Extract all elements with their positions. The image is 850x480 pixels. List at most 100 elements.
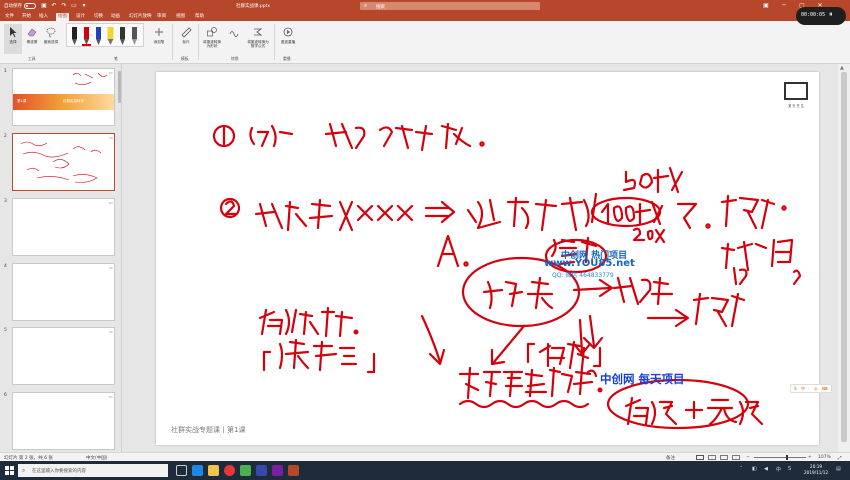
ruler-button[interactable]: 标尺 xyxy=(177,24,195,54)
ink-replay-label: 墨迹重播 xyxy=(280,40,296,44)
pen-red-icon[interactable] xyxy=(82,27,91,47)
slide-thumbnail-6[interactable] xyxy=(12,392,115,450)
pen-dark-icon[interactable] xyxy=(118,27,127,47)
ink-to-math-button[interactable]: 将墨迹转换为数学公式 xyxy=(246,24,270,54)
tab-slideshow[interactable]: 幻灯片放映 xyxy=(127,13,154,21)
ribbon-display-icon[interactable]: ▣ xyxy=(760,1,772,11)
redo-icon[interactable]: ↷ xyxy=(60,2,68,10)
zoom-level[interactable]: 107% xyxy=(818,455,831,460)
zoom-slider[interactable] xyxy=(754,457,806,458)
network-icon[interactable]: ◧ xyxy=(752,466,757,472)
tab-view[interactable]: 视图 xyxy=(174,13,187,21)
lasso-button[interactable]: 套索选择 xyxy=(42,24,60,54)
comment-icon: ▭ xyxy=(109,135,113,140)
separator xyxy=(274,24,275,60)
ink-to-text-button[interactable] xyxy=(224,24,244,54)
tab-insert[interactable]: 插入 xyxy=(37,13,50,21)
pen-black-icon[interactable] xyxy=(70,27,79,47)
ruler-label: 标尺 xyxy=(182,40,190,44)
tab-draw[interactable]: 绘图 xyxy=(56,13,69,21)
task-view-icon[interactable] xyxy=(176,465,187,476)
search-box[interactable]: ⌕ 搜索 xyxy=(360,2,540,10)
file-explorer-icon[interactable] xyxy=(208,465,219,476)
normal-view-icon[interactable] xyxy=(696,455,704,460)
slide-thumbnail-3[interactable] xyxy=(12,198,115,256)
pencil-icon[interactable] xyxy=(130,27,139,47)
ime-logo-icon[interactable]: S xyxy=(794,386,797,391)
input-method-icon[interactable]: 中 xyxy=(776,466,781,473)
eraser-button[interactable]: 橡皮擦 xyxy=(23,24,41,54)
scroll-thumb[interactable] xyxy=(118,71,121,103)
slideshow-view-icon[interactable] xyxy=(732,455,740,460)
tab-design[interactable]: 设计 xyxy=(74,13,87,21)
pen-blue-icon[interactable] xyxy=(94,27,103,47)
volume-icon[interactable]: ◀ xyxy=(764,466,768,472)
highlighter-yellow-icon[interactable] xyxy=(106,27,115,47)
scroll-up-icon[interactable]: ▲ xyxy=(840,65,844,71)
ruler-icon xyxy=(181,27,192,38)
slide-sorter-icon[interactable] xyxy=(708,455,716,460)
tab-animations[interactable]: 动画 xyxy=(109,13,122,21)
save-icon[interactable]: ▣ xyxy=(40,2,48,10)
pointer-icon xyxy=(10,27,17,37)
slide-thumbnail-1[interactable]: 第1课 社群实战特训 xyxy=(12,68,115,126)
reading-view-icon[interactable] xyxy=(720,455,728,460)
edge-icon[interactable] xyxy=(192,465,203,476)
tray-expand-icon[interactable]: ˄ xyxy=(740,466,743,472)
undo-icon[interactable]: ↶ xyxy=(50,2,58,10)
select-button[interactable]: 选择 xyxy=(4,24,22,54)
present-icon[interactable]: ▭ xyxy=(70,2,78,10)
separator xyxy=(172,24,173,60)
group-label-tools: 工具 xyxy=(28,56,36,61)
status-bar: 幻灯片 第 2 张，共 6 张 中文(中国) 备注 − + 107% ⤢ xyxy=(0,452,850,461)
slide-thumbnail-4[interactable] xyxy=(12,263,115,321)
title-bar: 自动保存 ▣ ↶ ↷ ▭ ▾ 社群实战课.pptx ⌕ 搜索 ▣ ─ ▢ ✕ xyxy=(0,0,850,12)
app-icon[interactable] xyxy=(272,465,283,476)
taskbar-search-placeholder: 在这里输入你要搜索的内容 xyxy=(32,469,86,474)
add-pen-button[interactable]: 添加笔 xyxy=(150,24,168,54)
autosave-toggle[interactable] xyxy=(24,3,36,9)
thumbnail-scrollbar[interactable] xyxy=(118,66,121,446)
system-clock[interactable]: 20:19 2019/11/12 xyxy=(804,464,828,476)
comment-icon: ▭ xyxy=(109,70,113,75)
watermark-text-bottom: 中创网 每天项目 xyxy=(600,372,685,386)
ime-icon[interactable]: S xyxy=(788,466,791,472)
pause-icon[interactable]: ⏸ xyxy=(829,10,833,19)
ime-mode-icon[interactable]: 中 xyxy=(801,386,805,392)
comment-icon: ▭ xyxy=(109,200,113,205)
comment-icon: ▭ xyxy=(109,394,113,399)
minimize-button[interactable]: ─ xyxy=(778,1,790,11)
zoom-out-icon[interactable]: − xyxy=(746,455,750,460)
ink-replay-button[interactable]: 墨迹重播 xyxy=(279,24,297,54)
slide-thumbnail-2[interactable] xyxy=(12,133,115,191)
slide-footer: 社群实战专题课丨第1课 xyxy=(171,426,246,434)
canvas-scrollbar[interactable]: ▲ xyxy=(838,64,850,452)
powerpoint-icon[interactable] xyxy=(288,465,299,476)
slide-thumbnail-panel: 1 第1课 社群实战特训 ▭ 2 ▭ 3 ▭ 4 ▭ 5 ▭ 6 ▭ xyxy=(0,64,122,452)
ime-keyboard-icon[interactable]: ⌨ xyxy=(822,386,828,391)
notification-icon[interactable]: ▤ xyxy=(836,466,841,472)
chrome-icon[interactable] xyxy=(224,465,235,476)
banner-title: 社群实战特训 xyxy=(63,99,84,103)
tab-home[interactable]: 开始 xyxy=(20,13,33,21)
ime-punct-icon[interactable]: · xyxy=(808,386,809,391)
scroll-thumb[interactable] xyxy=(841,72,847,442)
tab-transitions[interactable]: 切换 xyxy=(92,13,105,21)
zoom-in-icon[interactable]: + xyxy=(808,455,812,460)
ink-to-math-label: 将墨迹转换为数学公式 xyxy=(247,40,269,48)
tab-review[interactable]: 审阅 xyxy=(155,13,168,21)
tab-file[interactable]: 文件 xyxy=(3,13,16,21)
zoom-slider-handle[interactable] xyxy=(786,455,788,460)
slide-thumbnail-5[interactable] xyxy=(12,327,115,385)
tab-help[interactable]: 帮助 xyxy=(193,13,206,21)
ink-to-shape-button[interactable]: 将墨迹转换为形状 xyxy=(202,24,222,54)
wechat-icon[interactable] xyxy=(240,465,251,476)
customize-toolbar-icon[interactable]: ▾ xyxy=(80,2,88,10)
current-slide[interactable]: 某 天 先 生 中创网 热门项目 www.YOU85.net QQ: 微信 46… xyxy=(156,72,819,445)
ime-toolbar[interactable]: S 中 · ◎ ⌨ xyxy=(790,384,832,393)
recording-widget[interactable]: 00:00:05 ⏸ xyxy=(796,7,846,25)
ime-emoji-icon[interactable]: ◎ xyxy=(814,386,818,391)
app-icon[interactable] xyxy=(256,465,267,476)
windows-start-icon[interactable] xyxy=(5,466,14,475)
taskbar-search[interactable]: ⌕ 在这里输入你要搜索的内容 xyxy=(18,464,168,477)
